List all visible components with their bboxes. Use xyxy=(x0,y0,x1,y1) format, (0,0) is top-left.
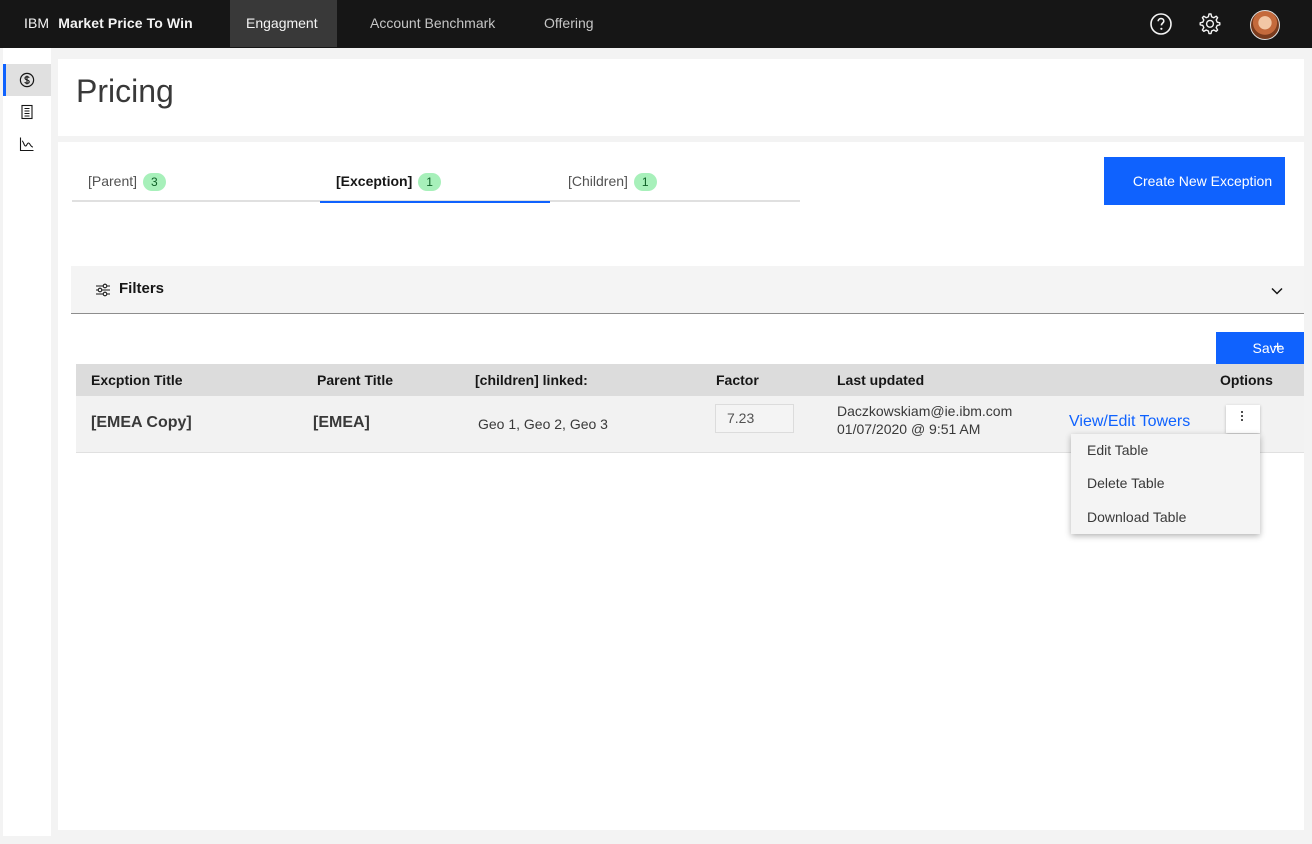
chart-line-icon xyxy=(19,137,34,152)
nav-offering[interactable]: Offering xyxy=(528,0,610,47)
factor-input[interactable]: 7.23 xyxy=(715,404,794,433)
sidebar-item-analytics[interactable] xyxy=(3,128,51,160)
tab-bar: [Parent] 3 [Exception] 1 [Children] 1 xyxy=(72,164,800,203)
view-edit-towers-link[interactable]: View/Edit Towers xyxy=(1069,413,1190,431)
overflow-menu-icon xyxy=(1241,411,1244,423)
tab-exception[interactable]: [Exception] 1 xyxy=(320,164,550,203)
cell-updated-at: 01/07/2020 @ 9:51 AM xyxy=(837,421,981,437)
menu-item-edit-table[interactable]: Edit Table xyxy=(1087,442,1148,458)
sidebar-item-catalog[interactable] xyxy=(3,96,51,128)
cell-parent-title: [EMEA] xyxy=(313,414,370,431)
header-children-linked[interactable]: [children] linked: xyxy=(475,372,588,388)
nav-account-benchmark[interactable]: Account Benchmark xyxy=(354,0,511,47)
table-header: Excption Title Parent Title [children] l… xyxy=(76,364,1304,396)
header-last-updated[interactable]: Last updated xyxy=(837,372,924,388)
catalog-icon xyxy=(21,104,33,120)
menu-item-download-table[interactable]: Download Table xyxy=(1087,509,1186,525)
overflow-menu: Edit Table Delete Table Download Table xyxy=(1071,434,1260,534)
sliders-icon xyxy=(96,283,110,297)
menu-item-delete-table[interactable]: Delete Table xyxy=(1087,475,1165,491)
add-icon: + xyxy=(1273,339,1283,356)
tab-label: [Exception] xyxy=(336,173,413,189)
title-panel: Pricing xyxy=(58,59,1304,136)
filters-accordion[interactable]: Filters xyxy=(71,266,1304,314)
cell-updated-by: Daczkowskiam@ie.ibm.com xyxy=(837,403,1013,419)
tab-label: [Children] xyxy=(568,173,628,189)
side-rail xyxy=(0,48,52,844)
header-factor[interactable]: Factor xyxy=(716,372,759,388)
brand-product: Market Price To Win xyxy=(58,15,193,31)
nav-engagment[interactable]: Engagment xyxy=(230,0,337,47)
brand-ibm: IBM xyxy=(24,15,50,31)
top-header: IBM Market Price To Win Engagment Accoun… xyxy=(0,0,1312,48)
sidebar-item-pricing[interactable] xyxy=(3,64,51,96)
help-icon[interactable] xyxy=(1149,12,1173,36)
main-panel: [Parent] 3 [Exception] 1 [Children] 1 Creat… xyxy=(58,142,1304,830)
page-title: Pricing xyxy=(76,73,174,109)
header-options: Options xyxy=(1220,372,1273,388)
currency-icon xyxy=(19,72,35,88)
settings-icon[interactable] xyxy=(1197,12,1221,36)
side-rail-panel xyxy=(3,48,51,836)
header-parent-title[interactable]: Parent Title xyxy=(317,372,393,388)
count-badge: 3 xyxy=(143,173,166,191)
filters-label: Filters xyxy=(119,280,165,297)
tab-label: [Parent] xyxy=(88,173,138,189)
cell-children-linked: Geo 1, Geo 2, Geo 3 xyxy=(478,416,608,432)
header-exception-title[interactable]: Excption Title xyxy=(91,372,183,388)
chevron-down-icon[interactable] xyxy=(1270,284,1284,298)
create-new-exception-button[interactable]: Create New Exception xyxy=(1104,157,1285,205)
count-badge: 1 xyxy=(418,173,441,191)
save-button[interactable]: Save + xyxy=(1216,332,1304,364)
brand[interactable]: IBM Market Price To Win xyxy=(24,0,193,48)
count-badge: 1 xyxy=(633,173,657,191)
user-avatar[interactable] xyxy=(1250,10,1280,40)
overflow-menu-button[interactable] xyxy=(1226,405,1260,433)
cell-exception-title: [EMEA Copy] xyxy=(91,414,192,431)
tab-parent[interactable]: [Parent] 3 xyxy=(72,164,320,202)
tab-children[interactable]: [Children] 1 xyxy=(552,164,800,202)
